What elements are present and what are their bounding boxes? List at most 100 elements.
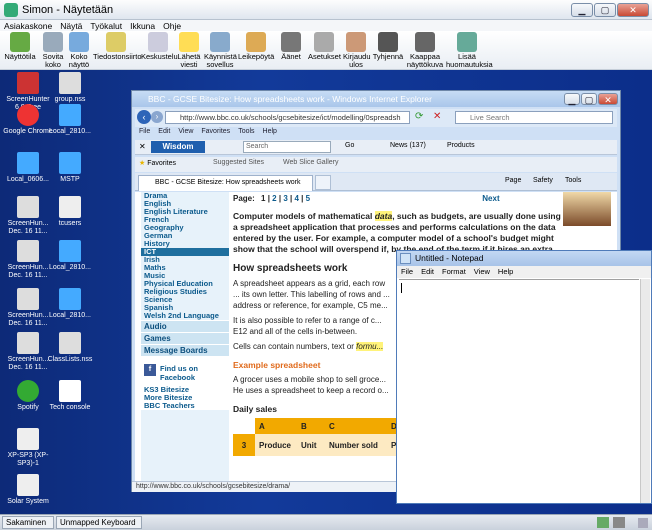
ie-menu-help[interactable]: Help bbox=[263, 128, 277, 135]
suggested-sites-link[interactable]: Suggested Sites bbox=[213, 159, 264, 166]
status-strip: Sakaminen Unmapped Keyboard bbox=[0, 514, 652, 530]
desktop-icon[interactable]: MSTP bbox=[44, 152, 96, 184]
link-bbc-teachers[interactable]: BBC Teachers bbox=[141, 402, 229, 410]
new-tab-button[interactable] bbox=[315, 175, 331, 190]
notepad-menu-view[interactable]: View bbox=[474, 267, 490, 276]
wisdom-search-input[interactable]: Search bbox=[243, 141, 331, 153]
safety-menu[interactable]: Safety bbox=[533, 177, 553, 184]
tray-icon[interactable] bbox=[597, 517, 609, 528]
remote-desktop-icon bbox=[17, 428, 39, 450]
p-grid: A spreadsheet appears as a grid, each ro… bbox=[233, 279, 390, 310]
ie-menu-file[interactable]: File bbox=[139, 128, 150, 135]
desktop-icon[interactable]: ClassLists.nss bbox=[44, 332, 96, 364]
maximize-button[interactable]: ▢ bbox=[594, 3, 616, 17]
menu-nayta[interactable]: Näytä bbox=[60, 21, 82, 31]
stop-icon[interactable]: ✕ bbox=[433, 111, 445, 123]
text-cursor bbox=[401, 283, 402, 293]
refresh-icon[interactable]: ⟳ bbox=[415, 111, 427, 123]
page-2[interactable]: 2 bbox=[272, 194, 276, 203]
desktop-icon[interactable]: Solar System bbox=[2, 474, 54, 506]
page-5[interactable]: 5 bbox=[306, 194, 310, 203]
forward-icon[interactable]: › bbox=[151, 111, 163, 123]
sidebar-audio[interactable]: Audio bbox=[141, 320, 229, 332]
clear-screen-button[interactable]: Tyhjennä bbox=[372, 32, 404, 61]
screenhunter-icon bbox=[17, 72, 39, 94]
page-1[interactable]: 1 bbox=[261, 194, 265, 203]
desktop-icon[interactable]: Tech console bbox=[44, 380, 96, 412]
desktop-icon[interactable]: Local_2810... bbox=[44, 288, 96, 320]
send-message-button[interactable]: Lähetä viesti bbox=[177, 32, 201, 69]
notepad-menu-format[interactable]: Format bbox=[442, 267, 466, 276]
notepad-editor[interactable] bbox=[399, 279, 639, 503]
resize-grip-icon[interactable] bbox=[638, 518, 648, 528]
facebook-link[interactable]: f Find us on Facebook bbox=[141, 362, 229, 386]
ie-minimize-button[interactable]: ▁ bbox=[564, 93, 580, 105]
close-button[interactable]: ✕ bbox=[617, 3, 649, 17]
notepad-menu-file[interactable]: File bbox=[401, 267, 413, 276]
subject-sidebar: Drama English English Literature French … bbox=[141, 192, 229, 481]
address-bar[interactable]: http://www.bbc.co.uk/schools/gcsebitesiz… bbox=[165, 111, 410, 124]
ie-menu-view[interactable]: View bbox=[178, 128, 193, 135]
desktop-icon[interactable]: Local_2810... bbox=[44, 240, 96, 272]
screenshot-button[interactable]: Kaappaa näyttökuva bbox=[406, 32, 444, 69]
annotate-button[interactable]: Lisää huomautuksia bbox=[446, 32, 493, 69]
sidebar-item-welsh[interactable]: Welsh 2nd Language bbox=[141, 312, 229, 320]
table-cell: Produce bbox=[259, 440, 292, 450]
fit-size-button[interactable]: Sovita koko bbox=[40, 32, 66, 69]
sidebar-message-boards[interactable]: Message Boards bbox=[141, 344, 229, 356]
fit-size-icon bbox=[43, 32, 63, 52]
logout-button[interactable]: Kirjaudu ulos bbox=[343, 32, 371, 69]
minimize-button[interactable]: ▁ bbox=[571, 3, 593, 17]
file-icon bbox=[59, 72, 81, 94]
tools-menu[interactable]: Tools bbox=[565, 177, 581, 184]
notepad-menu-edit[interactable]: Edit bbox=[421, 267, 434, 276]
wisdom-go-button[interactable]: Go bbox=[345, 142, 354, 149]
intro-paragraph: Computer models of mathematical data, su… bbox=[233, 211, 561, 254]
tab-bbc-bitesize[interactable]: BBC - GCSE Bitesize: How spreadsheets wo… bbox=[138, 175, 313, 191]
table-col-header: C bbox=[329, 421, 335, 431]
wisdom-products-button[interactable]: Products bbox=[447, 142, 475, 149]
file-transfer-button[interactable]: Tiedostonsiirto bbox=[93, 32, 142, 61]
table-cell: Unit bbox=[301, 440, 317, 450]
ie-menu-favorites[interactable]: Favorites bbox=[201, 128, 230, 135]
notepad-menu: File Edit Format View Help bbox=[397, 266, 651, 278]
close-toolbar-icon[interactable]: ✕ bbox=[139, 142, 146, 151]
menu-ohje[interactable]: Ohje bbox=[163, 21, 181, 31]
wisdom-news-button[interactable]: News (137) bbox=[390, 142, 426, 149]
desktop-icon[interactable]: Local_2810... bbox=[44, 104, 96, 136]
page-3[interactable]: 3 bbox=[283, 194, 287, 203]
page-menu[interactable]: Page bbox=[505, 177, 521, 184]
ie-menu-tools[interactable]: Tools bbox=[238, 128, 254, 135]
search-input[interactable]: Live Search bbox=[455, 111, 613, 124]
menu-tyokalut[interactable]: Työkalut bbox=[90, 21, 122, 31]
sidebar-games[interactable]: Games bbox=[141, 332, 229, 344]
app-icon bbox=[17, 474, 39, 496]
tray-icon[interactable] bbox=[613, 517, 625, 528]
chrome-icon bbox=[17, 104, 39, 126]
desktop-icon[interactable]: tcusers bbox=[44, 196, 96, 228]
menu-ikkuna[interactable]: Ikkuna bbox=[130, 21, 155, 31]
chat-button[interactable]: Keskustelu bbox=[141, 32, 178, 61]
page-4[interactable]: 4 bbox=[294, 194, 298, 203]
notepad-scrollbar[interactable] bbox=[640, 279, 650, 503]
next-link[interactable]: Next bbox=[482, 194, 499, 203]
table-col-header: B bbox=[301, 421, 307, 431]
ie-maximize-button[interactable]: ▢ bbox=[581, 93, 597, 105]
notepad-menu-help[interactable]: Help bbox=[498, 267, 513, 276]
ie-close-button[interactable]: ✕ bbox=[598, 93, 618, 105]
clipboard-button[interactable]: Leikepöytä bbox=[238, 32, 274, 61]
back-icon[interactable]: ‹ bbox=[137, 110, 151, 124]
settings-button[interactable]: Asetukset bbox=[308, 32, 341, 61]
desktop-icon[interactable]: group.nss bbox=[44, 72, 96, 104]
fullscreen-button[interactable]: Koko näyttö bbox=[66, 32, 92, 69]
web-slice-gallery-link[interactable]: Web Slice Gallery bbox=[283, 159, 339, 166]
favorites-button[interactable]: ★ Favorites bbox=[139, 159, 176, 167]
desktop-icon[interactable]: XP-SP3 (XP-SP3)-1 bbox=[2, 428, 54, 468]
display-mode-icon bbox=[10, 32, 30, 52]
ie-menu-edit[interactable]: Edit bbox=[158, 128, 170, 135]
network-icon bbox=[59, 240, 81, 262]
display-mode-button[interactable]: Näyttötila bbox=[2, 32, 38, 61]
menu-asiakaskone[interactable]: Asiakaskone bbox=[4, 21, 52, 31]
audio-button[interactable]: Äänet bbox=[277, 32, 305, 61]
launch-app-button[interactable]: Käynnistä sovellus bbox=[204, 32, 237, 69]
